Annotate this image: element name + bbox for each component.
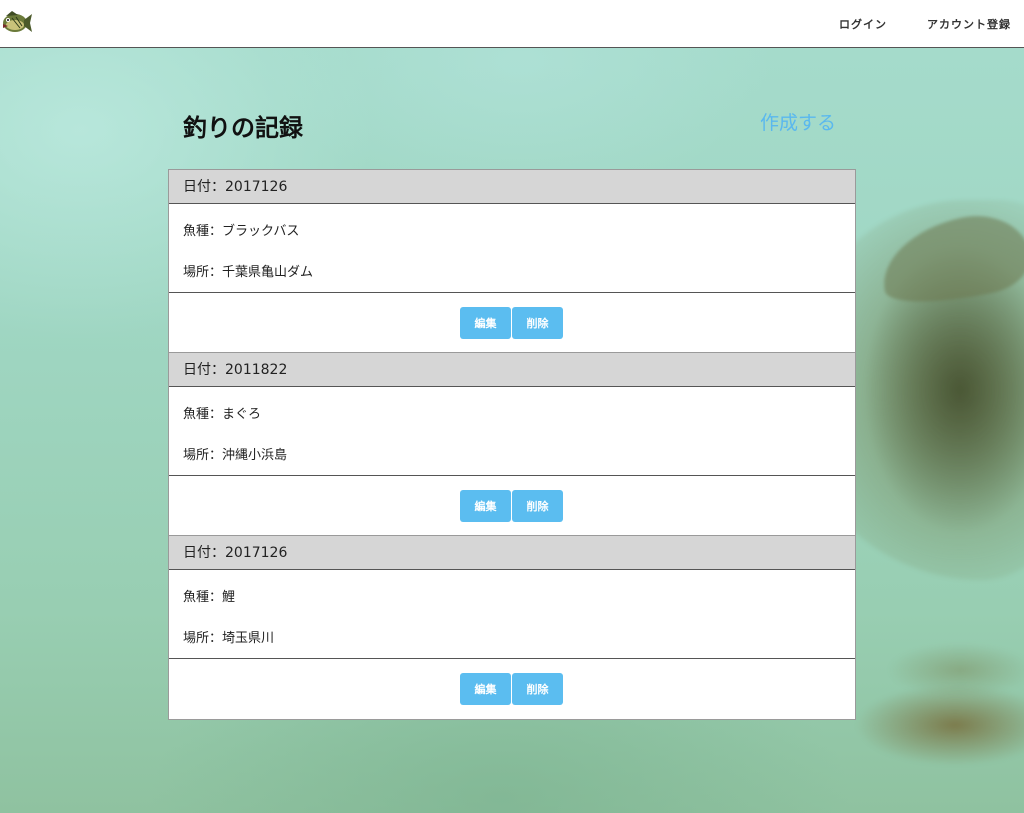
record-fish-species: 魚種：まぐろ (183, 407, 262, 422)
login-link[interactable]: ログイン (839, 16, 887, 32)
page-title: 釣りの記録 (183, 114, 303, 142)
records-list: 日付：2017126 魚種：ブラックバス 場所：千葉県亀山ダム 編集 削除 日付… (168, 169, 856, 720)
signup-link[interactable]: アカウント登録 (927, 16, 1011, 32)
edit-button[interactable]: 編集 (460, 490, 511, 522)
record-details: 魚種：鯉 場所：埼玉県川 (169, 570, 855, 659)
record-item: 日付：2017126 魚種：ブラックバス 場所：千葉県亀山ダム 編集 削除 (169, 170, 855, 353)
record-actions: 編集 削除 (169, 659, 855, 719)
record-fish-species: 魚種：鯉 (183, 590, 236, 605)
edit-button[interactable]: 編集 (460, 673, 511, 705)
record-fish-species: 魚種：ブラックバス (183, 224, 300, 239)
record-actions: 編集 削除 (169, 293, 855, 353)
record-place: 場所：埼玉県川 (183, 631, 275, 646)
record-date: 日付：2017126 (169, 170, 855, 204)
delete-button[interactable]: 削除 (512, 307, 563, 339)
delete-button[interactable]: 削除 (512, 673, 563, 705)
record-details: 魚種：ブラックバス 場所：千葉県亀山ダム (169, 204, 855, 293)
record-place: 場所：沖縄小浜島 (183, 448, 288, 463)
delete-button[interactable]: 削除 (512, 490, 563, 522)
record-item: 日付：2017126 魚種：鯉 場所：埼玉県川 編集 削除 (169, 536, 855, 719)
top-header: ログイン アカウント登録 (0, 0, 1024, 48)
bass-fish-logo-icon[interactable] (0, 8, 32, 38)
create-record-link[interactable]: 作成する (760, 108, 836, 135)
record-date: 日付：2017126 (169, 536, 855, 570)
edit-button[interactable]: 編集 (460, 307, 511, 339)
record-date: 日付：2011822 (169, 353, 855, 387)
record-place: 場所：千葉県亀山ダム (183, 265, 314, 280)
small-fish-image (840, 680, 1024, 770)
record-item: 日付：2011822 魚種：まぐろ 場所：沖縄小浜島 編集 削除 (169, 353, 855, 536)
record-details: 魚種：まぐろ 場所：沖縄小浜島 (169, 387, 855, 476)
record-actions: 編集 削除 (169, 476, 855, 536)
